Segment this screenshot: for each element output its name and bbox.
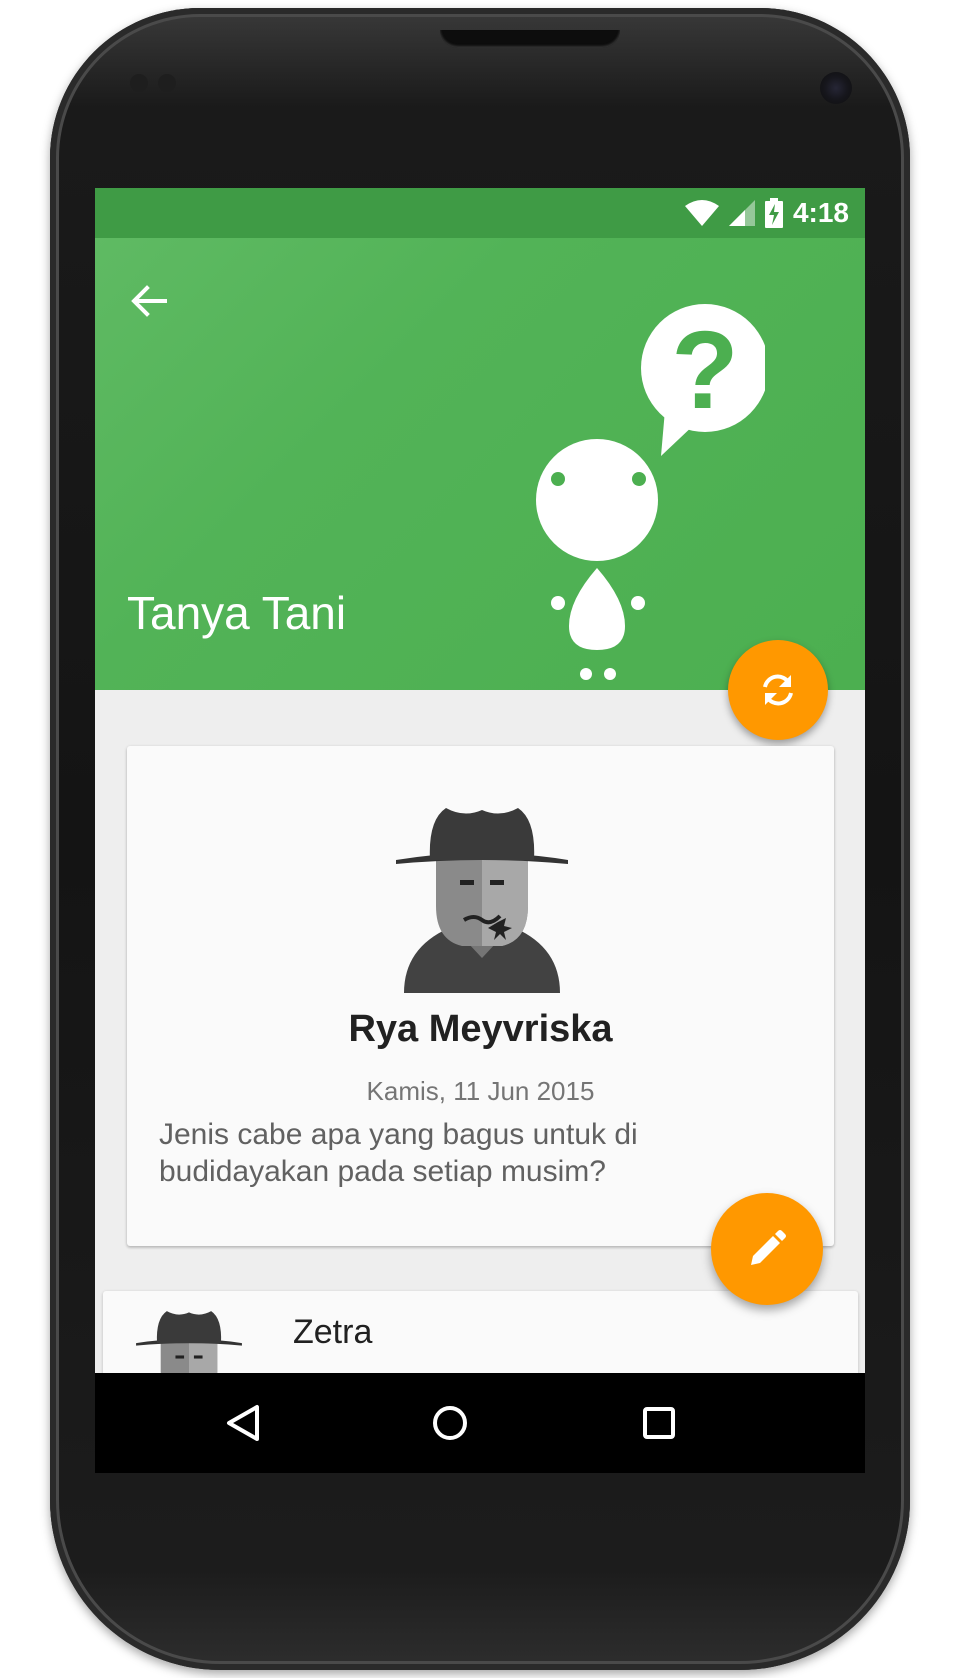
status-bar: 4:18: [95, 188, 865, 238]
status-time: 4:18: [792, 197, 849, 228]
home-circle-icon: [433, 1406, 467, 1440]
light-sensor: [158, 74, 176, 92]
compose-button[interactable]: [711, 1193, 823, 1305]
author-name: Rya Meyvriska: [348, 1008, 613, 1050]
author-name: Zetra: [293, 1313, 373, 1351]
wifi-icon: [684, 200, 719, 226]
arrow-back-icon: [131, 285, 167, 317]
back-button[interactable]: [125, 276, 175, 326]
refresh-icon: [763, 674, 793, 706]
earpiece-speaker: [440, 30, 620, 48]
proximity-sensor: [130, 74, 148, 92]
post-date: Kamis, 11 Jun 2015: [366, 1076, 595, 1106]
farmer-avatar-icon: [396, 808, 568, 993]
pencil-icon: [751, 1230, 786, 1265]
app-bar: ? Tanya Tani: [95, 238, 865, 690]
nav-home-button[interactable]: [420, 1393, 480, 1453]
signal-icon: [728, 200, 755, 226]
battery-charging-icon: [764, 198, 783, 228]
mascot-question-icon: ?: [536, 304, 765, 680]
back-triangle-icon: [227, 1405, 259, 1441]
question-text: Jenis cabe apa yang bagus untuk di budid…: [159, 1118, 638, 1188]
recents-square-icon: [643, 1407, 675, 1439]
screen: 4:18 ? Tanya Tani Rya Meyvriska Kamis, 1…: [95, 188, 865, 1473]
question-card[interactable]: Rya Meyvriska Kamis, 11 Jun 2015 Jenis c…: [127, 746, 834, 1246]
navigation-bar: [95, 1373, 865, 1473]
nav-recents-button[interactable]: [629, 1393, 689, 1453]
nav-back-button[interactable]: [213, 1393, 273, 1453]
front-camera: [820, 72, 852, 104]
svg-text:?: ?: [671, 309, 738, 432]
refresh-button[interactable]: [728, 640, 828, 740]
page-title: Tanya Tani: [127, 587, 347, 639]
